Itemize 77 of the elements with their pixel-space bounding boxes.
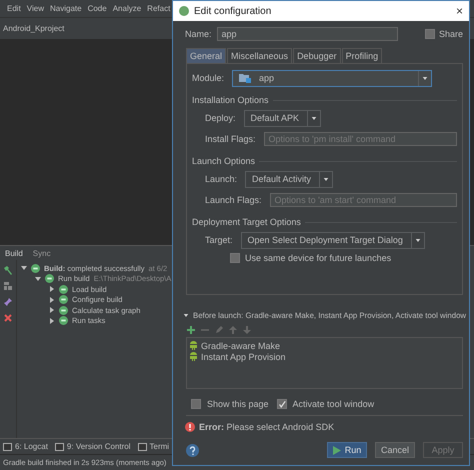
list-item[interactable]: Instant App Provision <box>201 352 286 362</box>
app-icon <box>179 6 189 16</box>
checkbox-label: Activate tool window <box>292 399 374 409</box>
field-label: Name: <box>185 29 212 39</box>
menu-item[interactable]: Edit <box>7 4 21 13</box>
menu-item[interactable]: Navigate <box>50 4 82 13</box>
success-icon <box>59 316 68 326</box>
tool-window-icon <box>138 442 147 450</box>
android-icon <box>189 352 198 361</box>
layout-icon[interactable] <box>3 281 13 291</box>
tool-tab[interactable]: Sync <box>32 248 51 258</box>
tab[interactable]: Profiling <box>342 48 382 63</box>
tool-window-button[interactable]: 9: Version Control <box>66 442 131 451</box>
success-icon <box>59 284 68 294</box>
expand-arrow-icon[interactable] <box>49 307 55 314</box>
close-button[interactable]: × <box>456 4 463 18</box>
field-label: Target: <box>205 235 233 245</box>
field-label: Launch Flags: <box>205 195 262 205</box>
section-title: Deployment Target Options <box>192 217 301 227</box>
dropdown[interactable]: Default APK <box>244 110 322 126</box>
add-icon[interactable] <box>187 326 195 334</box>
menu-item[interactable]: Code <box>88 4 107 13</box>
dropdown-arrow-icon <box>422 76 428 80</box>
tool-window-icon <box>54 442 64 450</box>
checkbox[interactable] <box>276 399 287 409</box>
cancel-button[interactable]: Cancel <box>375 442 415 458</box>
dropdown[interactable]: Open Select Deployment Target Dialog <box>240 232 425 248</box>
tab[interactable]: General <box>186 48 226 63</box>
tool-window-button[interactable]: Termi <box>150 442 170 451</box>
collapse-arrow-icon[interactable] <box>183 312 189 318</box>
section-title: Installation Options <box>192 95 269 105</box>
expand-arrow-icon[interactable] <box>35 276 41 282</box>
close-icon[interactable] <box>3 313 13 323</box>
checkbox[interactable] <box>191 399 201 409</box>
success-icon <box>59 306 68 315</box>
play-icon <box>332 446 341 454</box>
success-icon <box>31 264 40 273</box>
success-icon <box>59 295 68 304</box>
menu-item[interactable]: View <box>26 4 44 13</box>
tool-window-button[interactable]: 6: Logcat <box>15 442 48 451</box>
dropdown[interactable]: app <box>232 70 432 86</box>
tab[interactable]: Miscellaneous <box>227 48 292 63</box>
checkbox-label: Share <box>438 29 463 39</box>
checkbox[interactable] <box>424 29 435 39</box>
checkbox-label: Show this page <box>207 399 269 409</box>
expand-arrow-icon[interactable] <box>21 265 27 272</box>
expand-arrow-icon[interactable] <box>49 286 55 292</box>
tool-tab[interactable]: Build <box>5 248 23 258</box>
window-title: Edit configuration <box>194 6 272 16</box>
expand-arrow-icon[interactable] <box>49 296 55 303</box>
project-title: Android_Kproject <box>3 24 64 33</box>
error-message: Error: Please select Android SDK <box>199 422 334 432</box>
menu-item[interactable]: Refact <box>147 4 170 13</box>
dropdown[interactable]: Default Activity <box>245 170 334 188</box>
dropdown-arrow-icon <box>414 238 421 242</box>
android-icon <box>189 341 198 350</box>
section-title: Launch Options <box>192 156 256 166</box>
folder-icon <box>239 73 252 83</box>
run-button[interactable]: Run <box>327 442 367 458</box>
hammer-icon[interactable] <box>3 265 13 275</box>
expand-arrow-icon[interactable] <box>49 318 55 324</box>
checkbox-label: Use same device for future launches <box>245 253 392 263</box>
dropdown-arrow-icon <box>311 116 318 120</box>
dropdown-arrow-icon <box>323 176 330 182</box>
help-icon[interactable] <box>186 444 199 456</box>
field-label: Deploy: <box>205 113 236 123</box>
success-icon <box>45 274 54 284</box>
list-item[interactable]: Gradle-aware Make <box>201 340 280 350</box>
checkbox[interactable] <box>230 253 240 263</box>
error-icon <box>185 422 195 432</box>
tab[interactable]: Debugger <box>293 48 341 63</box>
menu-item[interactable]: Analyze <box>112 4 142 13</box>
tool-window-icon <box>3 442 12 450</box>
field-label: Launch: <box>205 174 238 184</box>
input-field[interactable]: app <box>216 27 398 41</box>
field-label: Module: <box>192 73 224 83</box>
field-label: Install Flags: <box>205 134 256 144</box>
